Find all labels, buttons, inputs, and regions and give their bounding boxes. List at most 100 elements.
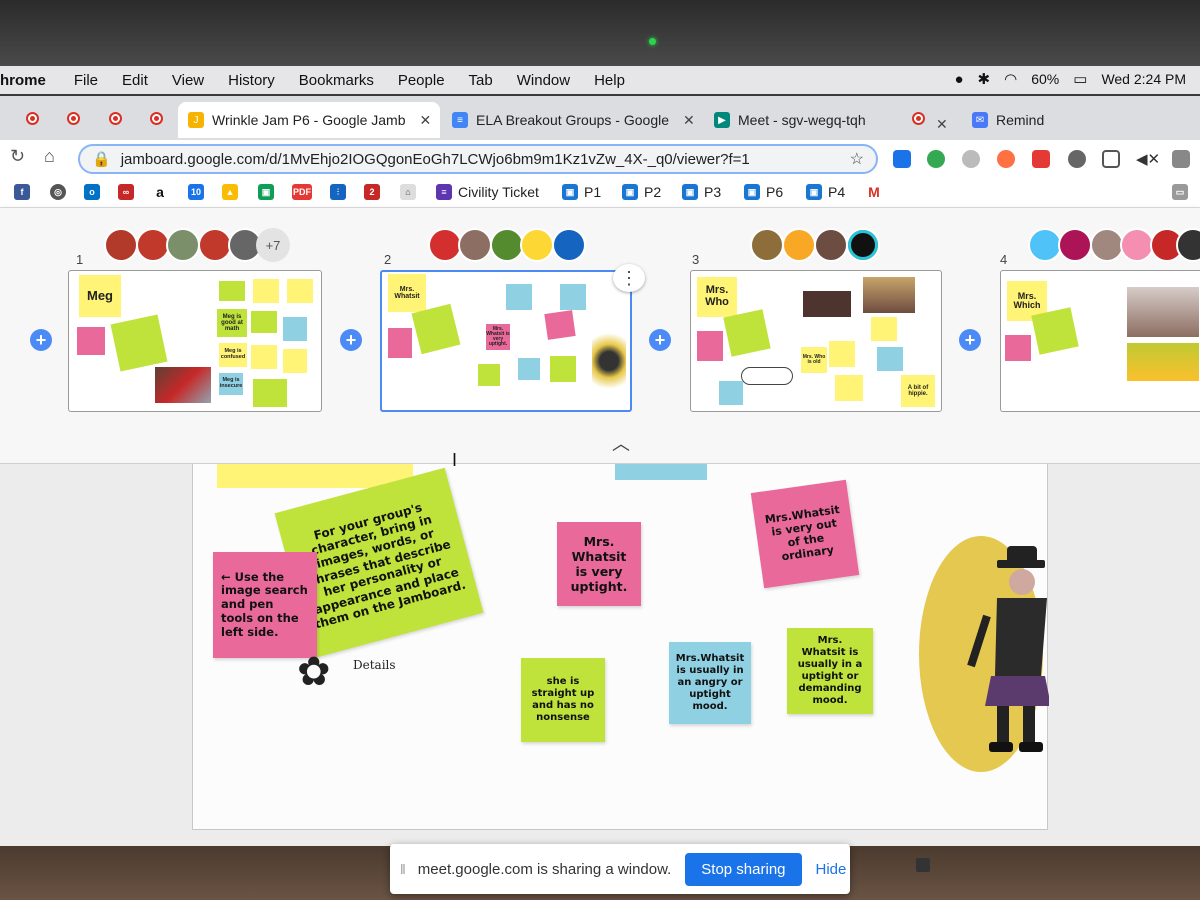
bookmark-tool[interactable]: ⫶: [330, 181, 346, 203]
status-dot-icon[interactable]: ●: [954, 71, 963, 88]
grid-icon[interactable]: [1102, 150, 1120, 168]
address-bar[interactable]: 🔒 jamboard.google.com/d/1MvEhjo2IOGQgonE…: [78, 144, 878, 174]
menu-view[interactable]: View: [172, 72, 204, 89]
avatar-overflow-count[interactable]: +7: [256, 228, 290, 262]
close-icon[interactable]: ✕: [683, 112, 695, 129]
menu-window[interactable]: Window: [517, 72, 570, 89]
sticky-note[interactable]: Mrs.Whatsit is very out of the ordinary: [750, 479, 860, 589]
extension-icon[interactable]: [1032, 150, 1050, 168]
menu-edit[interactable]: Edit: [122, 72, 148, 89]
clock[interactable]: Wed 2:24 PM: [1101, 71, 1186, 87]
bookmark-facebook[interactable]: f: [14, 181, 30, 203]
bookmark-gmail[interactable]: M: [866, 181, 882, 203]
tab-remind[interactable]: ✉ Remind: [962, 102, 1092, 138]
mouse-cursor-icon: I: [452, 450, 458, 470]
flower-icon[interactable]: ✿: [297, 652, 331, 692]
screen-share-bar: ‖ meet.google.com is sharing a window. S…: [390, 844, 850, 894]
star-icon[interactable]: ☆: [850, 149, 864, 169]
add-frame-button[interactable]: +: [30, 329, 52, 351]
add-frame-button[interactable]: +: [959, 329, 981, 351]
menu-people[interactable]: People: [398, 72, 445, 89]
tab-wrinkle-jam[interactable]: J Wrinkle Jam P6 - Google Jamb ✕: [178, 102, 440, 138]
extension-icon[interactable]: [962, 150, 980, 168]
bookmark-amazon[interactable]: a: [152, 181, 168, 203]
wifi-icon[interactable]: ◠: [1004, 70, 1017, 88]
bookmark-classroom[interactable]: ▣: [258, 181, 274, 203]
sticky-note[interactable]: Mrs.Whatsit is usually in an angry or up…: [669, 642, 751, 724]
jamboard-canvas[interactable]: For your group's character, bring in ima…: [192, 464, 1051, 830]
mute-icon[interactable]: ◀✕: [1136, 150, 1160, 168]
close-icon[interactable]: ✕: [419, 112, 431, 129]
bookmark-outlook[interactable]: o: [84, 181, 100, 203]
menu-help[interactable]: Help: [594, 72, 625, 89]
frame-number: 3: [692, 252, 700, 267]
battery-icon[interactable]: ▭: [1073, 70, 1087, 88]
app-menu[interactable]: hrome: [0, 72, 46, 89]
recording-tab-icon[interactable]: [912, 112, 925, 125]
frame-thumbnail-1[interactable]: Meg Meg is good at math Meg is confused …: [68, 270, 322, 412]
avatar: [1090, 228, 1124, 262]
sticky-note[interactable]: Mrs. Whatsit is usually in a uptight or …: [787, 628, 873, 714]
bookmark-two[interactable]: 2: [364, 181, 380, 203]
mini-note: [77, 327, 105, 355]
sticky-note[interactable]: Mrs. Whatsit is very uptight.: [557, 522, 641, 606]
bookmark-calendar[interactable]: 10: [188, 181, 204, 203]
frame-thumbnail-2[interactable]: Mrs. Whatsit Mrs. Whatsit is very uptigh…: [380, 270, 632, 412]
bookmarks-folder[interactable]: ▭: [1172, 181, 1188, 203]
extension-icon[interactable]: [1172, 150, 1190, 168]
bookmark-p3[interactable]: ▣ P3: [682, 181, 721, 203]
bookmark-drive[interactable]: ▲: [222, 181, 238, 203]
sticky-note-partial[interactable]: [615, 464, 707, 480]
collapse-chevron-icon[interactable]: ︿: [612, 430, 630, 456]
jamboard-icon: J: [188, 112, 204, 128]
status-area: ● ✱ ◠ 60% ▭ Wed 2:24 PM: [954, 70, 1186, 89]
close-icon[interactable]: ✕: [936, 116, 948, 133]
bookmark-school[interactable]: ⌂: [400, 181, 416, 203]
extension-icon[interactable]: [1068, 150, 1086, 168]
stop-sharing-button[interactable]: Stop sharing: [685, 852, 802, 886]
tab-label: Remind: [996, 112, 1045, 128]
bookmark-p2[interactable]: ▣ P2: [622, 181, 661, 203]
add-frame-button[interactable]: +: [649, 329, 671, 351]
meet-icon: ▶: [714, 112, 730, 128]
sticky-note[interactable]: she is straight up and has no nonsense: [521, 658, 605, 742]
menu-bookmarks[interactable]: Bookmarks: [299, 72, 374, 89]
bookmark-civility-ticket[interactable]: ≡ Civility Ticket: [436, 181, 539, 203]
menu-history[interactable]: History: [228, 72, 275, 89]
classroom-icon: ▣: [258, 184, 274, 200]
drag-handle-icon[interactable]: ‖: [400, 861, 406, 877]
school-icon: ⌂: [400, 184, 416, 200]
bookmark-pdf[interactable]: PDF: [292, 181, 312, 203]
chat-icon[interactable]: [916, 858, 930, 872]
recording-tab-icon[interactable]: [109, 112, 122, 125]
mini-note: Mrs. Whatsit is very uptight.: [486, 324, 510, 350]
bookmark-p1[interactable]: ▣ P1: [562, 181, 601, 203]
grammarly-icon[interactable]: [927, 150, 945, 168]
tab-label: Wrinkle Jam P6 - Google Jamb: [212, 112, 406, 128]
recording-tab-icon[interactable]: [26, 112, 39, 125]
home-icon[interactable]: ⌂: [44, 146, 55, 167]
bluetooth-icon[interactable]: ✱: [978, 70, 991, 88]
bookmark-p4[interactable]: ▣ P4: [806, 181, 845, 203]
tools-hint-note[interactable]: ← Use the image search and pen tools on …: [213, 552, 317, 658]
extension-icon[interactable]: [997, 150, 1015, 168]
recording-tab-icon[interactable]: [67, 112, 80, 125]
bookmark-globe[interactable]: ◎: [50, 181, 66, 203]
details-label[interactable]: Details: [353, 658, 396, 672]
reload-icon[interactable]: ↻: [10, 146, 25, 167]
frame-thumbnail-3[interactable]: Mrs. Who Mrs. Who is old A bit of hippie…: [690, 270, 942, 412]
hide-button[interactable]: Hide: [816, 861, 847, 878]
tab-ela-breakout[interactable]: ≡ ELA Breakout Groups - Google ✕: [442, 102, 698, 138]
tab-meet[interactable]: ▶ Meet - sgv-wegq-tqh: [704, 102, 904, 138]
recording-tab-icon[interactable]: [150, 112, 163, 125]
bookmark-link[interactable]: ∞: [118, 181, 134, 203]
menu-file[interactable]: File: [74, 72, 98, 89]
add-frame-button[interactable]: +: [340, 329, 362, 351]
extension-icon[interactable]: [893, 150, 911, 168]
menu-tab[interactable]: Tab: [469, 72, 493, 89]
bookmark-p6[interactable]: ▣ P6: [744, 181, 783, 203]
mini-note: [1031, 307, 1079, 355]
more-options-icon[interactable]: ⋮: [613, 264, 645, 292]
frame-thumbnail-4[interactable]: Mrs. Which: [1000, 270, 1200, 412]
character-image[interactable]: [911, 526, 1051, 778]
